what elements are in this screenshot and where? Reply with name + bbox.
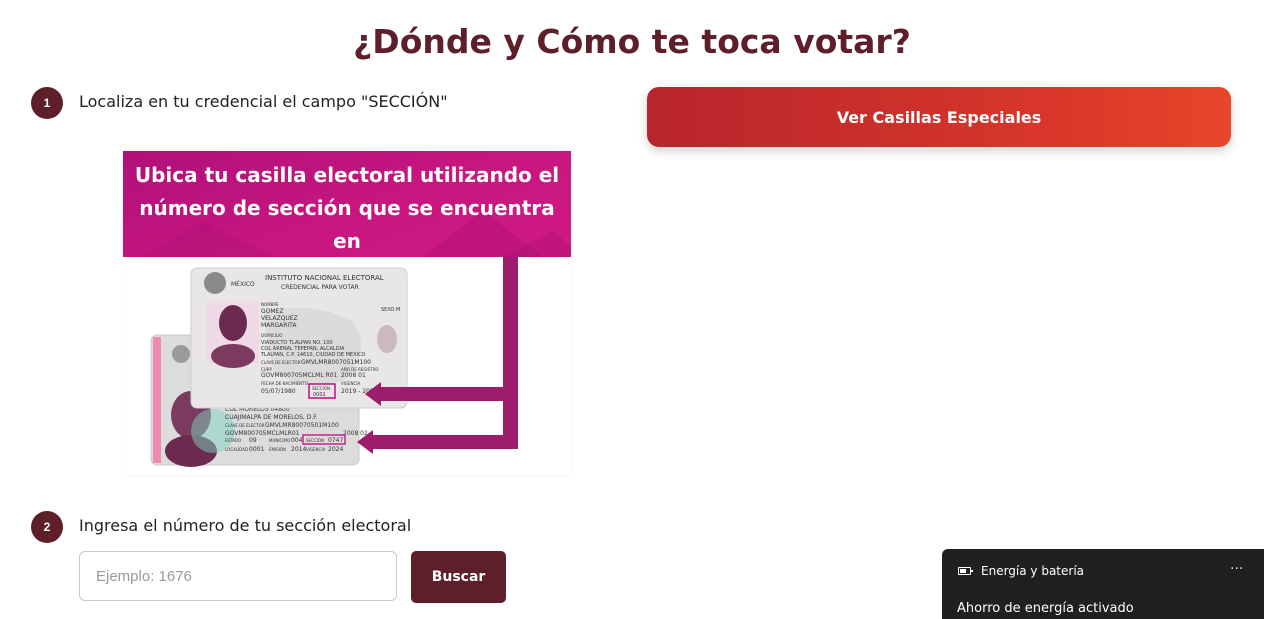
special-polling-stations-button[interactable]: Ver Casillas Especiales xyxy=(647,87,1231,147)
back-municipality-label: MUNICIPIO xyxy=(269,438,290,443)
battery-notification[interactable]: Energía y batería ··· Ahorro de energía … xyxy=(942,549,1264,619)
mexico-seal-icon xyxy=(204,272,226,294)
more-options-icon[interactable]: ··· xyxy=(1230,561,1243,577)
front-elector-key: GMVLMR8007051M100 xyxy=(301,359,371,366)
front-name-3: MARGARITA xyxy=(261,322,297,329)
page: ¿Dónde y Cómo te toca votar? 1 Localiza … xyxy=(0,0,1264,619)
front-birth: 05/07/1980 xyxy=(261,388,296,395)
front-registration: 2008 01 xyxy=(341,372,366,379)
back-address-2: CUAJIMALPA DE MORELOS, D.F. xyxy=(225,414,318,421)
step-1-badge: 1 xyxy=(31,87,63,119)
front-name-2: VELAZQUEZ xyxy=(261,315,298,322)
section-search-input[interactable] xyxy=(79,551,397,601)
back-section: 0747 xyxy=(328,437,343,444)
front-card-type: CREDENCIAL PARA VOTAR xyxy=(281,284,359,291)
back-curp: GOVM800705MCLMLR01 xyxy=(225,430,300,437)
front-address-label: DOMICILIO xyxy=(261,333,282,338)
back-locality-label: LOCALIDAD xyxy=(225,447,248,452)
notification-title: Energía y batería xyxy=(981,564,1085,578)
front-validity-label: VIGENCIA xyxy=(341,381,361,386)
search-button[interactable]: Buscar xyxy=(411,551,506,603)
back-emission-label: EMISIÓN xyxy=(269,447,286,452)
back-elector-key: GMVLMR80070501M100 xyxy=(265,422,339,429)
front-address-3: TLALPAN, C.P. 14610, CIUDAD DE MEXICO xyxy=(260,352,365,358)
front-country: MÉXICO xyxy=(231,280,255,288)
back-state-label: ESTADO xyxy=(225,438,241,443)
back-registration: 2008 02 xyxy=(343,430,368,437)
back-section-label: SECCIÓN xyxy=(306,438,324,443)
front-elector-key-label: CLAVE DE ELECTOR xyxy=(261,360,301,365)
front-section: 0001 xyxy=(313,392,326,398)
ine-cards-svg: COL MORELOS 04800 CUAJIMALPA DE MORELOS,… xyxy=(150,257,518,467)
front-curp: GOVM800705MCLML R01 xyxy=(261,372,338,379)
step-1-label: Localiza en tu credencial el campo "SECC… xyxy=(79,92,448,111)
front-sex: SEXO M xyxy=(381,307,400,313)
front-name-1: GOMEZ xyxy=(261,308,283,315)
page-title: ¿Dónde y Cómo te toca votar? xyxy=(353,22,911,61)
back-validity: 2024 xyxy=(328,446,343,453)
battery-icon xyxy=(958,567,973,575)
front-name-label: NOMBRE xyxy=(261,302,279,307)
back-elector-key-label: CLAVE DE ELECTOR xyxy=(225,423,265,428)
step-2-badge: 2 xyxy=(31,511,63,543)
front-institute: INSTITUTO NACIONAL ELECTORAL xyxy=(265,274,384,282)
back-state: 09 xyxy=(249,437,257,444)
ine-section-illustration: Ubica tu casilla electoral utilizando el… xyxy=(123,151,571,475)
front-birth-label: FECHA DE NACIMIENTO xyxy=(261,381,308,386)
back-emission: 2014 xyxy=(291,446,306,453)
notification-body: Ahorro de energía activado xyxy=(957,601,1134,616)
step-2-label: Ingresa el número de tu sección electora… xyxy=(79,516,412,535)
back-validity-label: VIGENCIA xyxy=(306,447,326,452)
back-municipality: 004 xyxy=(291,437,303,444)
front-section-label: SECCIÓN xyxy=(312,386,330,391)
back-locality: 0001 xyxy=(249,446,264,453)
